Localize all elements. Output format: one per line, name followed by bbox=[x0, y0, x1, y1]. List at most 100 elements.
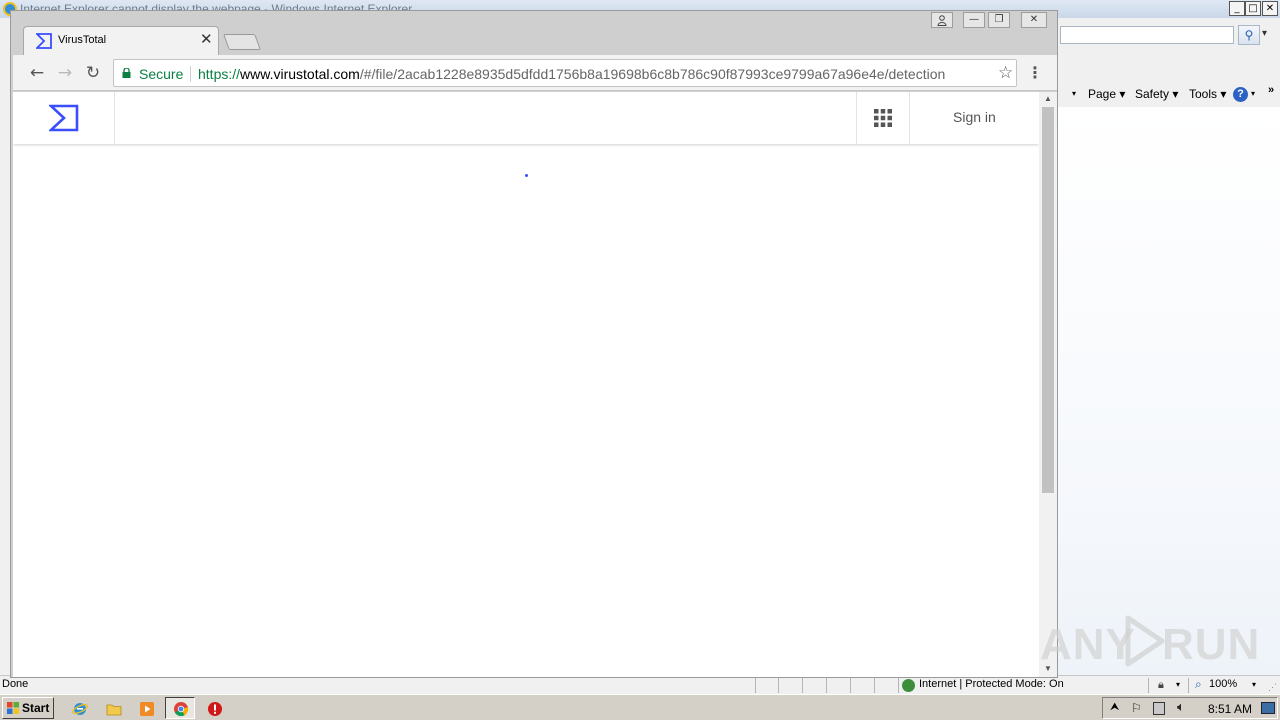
taskbar-chrome[interactable] bbox=[165, 697, 195, 719]
status-divider bbox=[826, 678, 827, 693]
windows-logo-icon bbox=[7, 702, 19, 714]
protected-mode-icon[interactable]: 🔒︎ bbox=[1158, 679, 1164, 692]
internet-explorer-icon bbox=[72, 703, 88, 715]
status-divider bbox=[850, 678, 851, 693]
vertical-scrollbar[interactable]: ▲ ▼ bbox=[1039, 92, 1057, 677]
scrollbar-thumb[interactable] bbox=[1042, 107, 1054, 493]
taskbar-file-explorer[interactable] bbox=[98, 697, 128, 719]
chevron-down-icon[interactable]: ▾ bbox=[1176, 680, 1180, 689]
tab-title: VirusTotal bbox=[58, 34, 107, 46]
chevron-down-icon: ▾ bbox=[1172, 87, 1179, 101]
url-text[interactable]: https://www.virustotal.com/#/file/2acab1… bbox=[198, 66, 945, 82]
chrome-close-button[interactable]: ✕ bbox=[1021, 12, 1047, 28]
internet-zone-icon bbox=[902, 679, 915, 692]
chevron-down-icon: ▾ bbox=[1220, 87, 1227, 101]
start-label: Start bbox=[22, 701, 50, 715]
status-divider bbox=[778, 678, 779, 693]
tab-close-icon[interactable]: ✕ bbox=[200, 32, 213, 47]
virustotal-logo-icon[interactable] bbox=[49, 104, 79, 132]
status-divider bbox=[898, 678, 899, 693]
ie-zone-text: Internet | Protected Mode: On bbox=[919, 678, 1064, 690]
chevron-down-icon[interactable]: ▾ bbox=[1252, 680, 1256, 689]
start-button[interactable]: Start bbox=[2, 697, 54, 719]
chrome-restore-button[interactable]: ❐ bbox=[988, 12, 1010, 28]
ie-search-options-icon[interactable]: ▾ bbox=[1262, 28, 1267, 39]
ie-content-area bbox=[1058, 107, 1280, 675]
apps-grid-icon[interactable] bbox=[873, 108, 893, 128]
status-divider bbox=[755, 678, 756, 693]
chevron-down-icon[interactable]: ▾ bbox=[1251, 89, 1255, 98]
play-icon bbox=[1125, 615, 1165, 667]
header-divider bbox=[909, 92, 910, 144]
stop-icon bbox=[208, 702, 222, 716]
reload-button[interactable]: ↻ bbox=[82, 62, 104, 84]
status-divider bbox=[874, 678, 875, 693]
ie-safety-menu-label: Safety bbox=[1135, 87, 1170, 101]
action-center-flag-icon[interactable]: ⚐ bbox=[1131, 701, 1142, 715]
watermark-text: RUN bbox=[1162, 620, 1261, 669]
forward-button[interactable]: → bbox=[54, 62, 76, 84]
chrome-minimize-button[interactable]: — bbox=[963, 12, 985, 28]
page-viewport: Sign in ▲ ▼ bbox=[13, 92, 1057, 677]
status-divider bbox=[802, 678, 803, 693]
url-path: /#/file/2acab1228e8935d5dfdd1756b8a19698… bbox=[359, 66, 946, 82]
chevron-down-icon: ▾ bbox=[1119, 87, 1126, 101]
power-icon[interactable] bbox=[1153, 702, 1165, 715]
ie-command-bar: ▾ Page ▾ Safety ▾ Tools ▾ ? ▾ » bbox=[1058, 84, 1280, 106]
back-button[interactable]: ← bbox=[26, 62, 48, 84]
new-tab-button[interactable] bbox=[223, 34, 261, 50]
volume-icon[interactable]: 🔈︎ bbox=[1177, 700, 1185, 715]
secure-label[interactable]: Secure bbox=[139, 66, 183, 82]
help-icon[interactable]: ? bbox=[1233, 87, 1248, 102]
lock-icon bbox=[122, 68, 131, 78]
show-desktop-icon[interactable] bbox=[1261, 702, 1275, 714]
ie-page-menu-label: Page bbox=[1088, 87, 1117, 101]
ie-status-text: Done bbox=[2, 678, 29, 690]
ie-overflow-icon[interactable]: » bbox=[1268, 84, 1274, 96]
media-player-icon bbox=[140, 702, 154, 716]
address-bar[interactable]: Secure https://www.virustotal.com/#/file… bbox=[113, 59, 1017, 87]
tray-expand-icon[interactable]: ⮝ bbox=[1110, 701, 1119, 714]
taskbar: Start ⮝ ⚐ 🔈︎ 8:51 AM bbox=[0, 694, 1280, 720]
site-header: Sign in bbox=[13, 92, 1039, 144]
tray-clock[interactable]: 8:51 AM bbox=[1208, 702, 1252, 716]
ie-minimize-button[interactable]: _ bbox=[1229, 1, 1245, 16]
ie-close-button[interactable]: ✕ bbox=[1262, 1, 1278, 16]
taskbar-internet-explorer[interactable] bbox=[64, 697, 94, 719]
system-tray: ⮝ ⚐ 🔈︎ 8:51 AM bbox=[1102, 697, 1278, 719]
header-divider bbox=[114, 92, 115, 144]
chrome-menu-icon[interactable]: ⋮ bbox=[1027, 62, 1043, 84]
ie-zoom-level[interactable]: 100% bbox=[1209, 678, 1237, 690]
chrome-icon bbox=[174, 702, 189, 717]
sign-in-link[interactable]: Sign in bbox=[953, 109, 996, 125]
chevron-down-icon[interactable]: ▾ bbox=[1072, 89, 1076, 98]
resize-grip-icon[interactable]: ⋰ bbox=[1268, 682, 1277, 693]
ie-search-input[interactable] bbox=[1060, 26, 1234, 44]
profile-button[interactable] bbox=[931, 12, 953, 28]
user-icon bbox=[937, 15, 947, 26]
chrome-toolbar: ← → ↻ Secure https://www.virustotal.com/… bbox=[13, 55, 1057, 91]
chrome-window: VirusTotal ✕ — ❐ ✕ ← → ↻ Secure https://… bbox=[10, 10, 1058, 678]
loading-indicator bbox=[525, 174, 528, 177]
scroll-up-icon[interactable]: ▲ bbox=[1044, 94, 1052, 103]
search-icon: ⚲ bbox=[1244, 28, 1254, 42]
ie-safety-menu[interactable]: Safety ▾ bbox=[1135, 87, 1178, 101]
ie-tools-menu-label: Tools bbox=[1189, 87, 1218, 101]
taskbar-media-player[interactable] bbox=[131, 697, 161, 719]
ie-search-button[interactable]: ⚲ bbox=[1238, 25, 1260, 45]
virustotal-logo-icon bbox=[36, 33, 52, 49]
omnibox-divider bbox=[190, 66, 191, 82]
ie-page-menu[interactable]: Page ▾ bbox=[1088, 87, 1125, 101]
ie-maximize-button[interactable]: □ bbox=[1245, 1, 1261, 16]
bookmark-star-icon[interactable]: ☆ bbox=[998, 63, 1013, 83]
header-divider bbox=[856, 92, 857, 144]
status-divider bbox=[1148, 678, 1149, 693]
url-scheme: https:// bbox=[198, 66, 241, 82]
folder-icon bbox=[106, 704, 122, 716]
taskbar-stop-app[interactable] bbox=[199, 697, 229, 719]
zoom-icon[interactable]: ⌕ bbox=[1195, 677, 1202, 692]
tab-virustotal[interactable]: VirusTotal ✕ bbox=[23, 26, 219, 55]
url-host: www.virustotal.com bbox=[240, 66, 360, 82]
ie-tools-menu[interactable]: Tools ▾ bbox=[1189, 87, 1226, 101]
chrome-tab-strip: VirusTotal ✕ — ❐ ✕ bbox=[11, 11, 1057, 55]
